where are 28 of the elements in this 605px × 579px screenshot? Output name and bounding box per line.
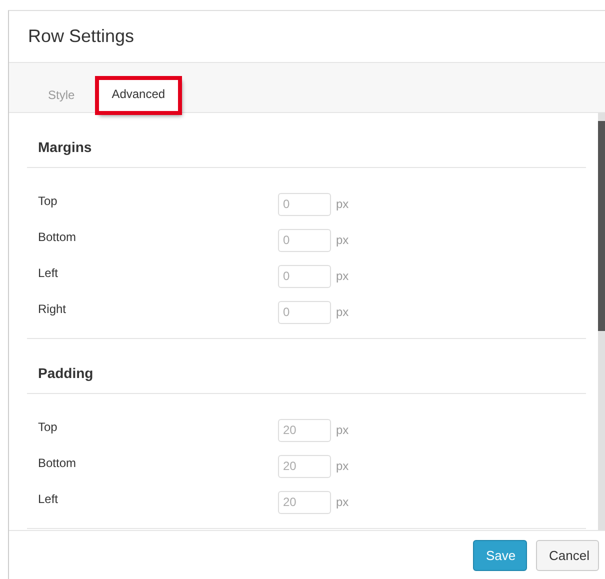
field-label: Bottom [37,230,78,244]
unit-label: px [336,459,349,473]
field-label: Left [37,492,60,506]
unit-label: px [336,197,349,211]
input-field[interactable]: 20 [278,454,331,478]
scrollbar[interactable] [598,113,605,530]
unit-label: px [336,423,349,437]
tab[interactable]: Advanced [96,78,180,113]
input-field[interactable]: 20 [278,490,331,514]
input-field[interactable]: 0 [278,228,331,252]
unit-label: px [336,495,349,509]
field-label: Left [37,266,60,280]
field-label: Top [37,194,58,208]
section-heading: Padding [38,365,94,381]
scrollbar-thumb[interactable] [598,121,605,331]
unit-label: px [336,305,349,319]
section-heading: Margins [38,139,92,155]
unit-label: px [336,233,349,247]
input-field[interactable]: 0 [278,192,331,216]
input-field[interactable]: 20 [278,418,331,442]
field-label: Top [37,420,58,434]
cancel-button[interactable]: Cancel [536,540,599,570]
input-field[interactable]: 0 [278,300,331,324]
input-field[interactable]: 0 [278,264,331,288]
field-label: Bottom [37,456,78,470]
dialog-title: Row Settings [28,26,134,47]
field-label: Right [37,302,68,316]
unit-label: px [336,269,349,283]
